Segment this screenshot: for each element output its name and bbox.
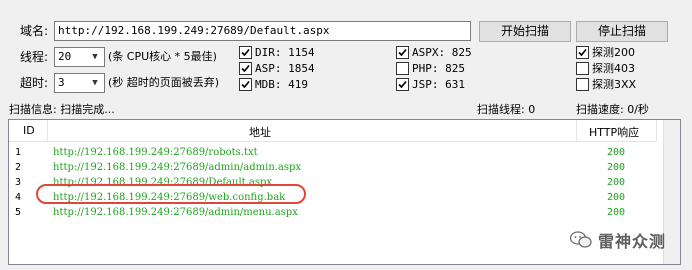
dict-jsp-label: JSP: 631 bbox=[412, 77, 465, 91]
check-icon bbox=[576, 45, 589, 59]
table-header: ID 地址 HTTP响应 bbox=[9, 120, 657, 142]
dict-mdb-label: MDB: 419 bbox=[255, 77, 308, 91]
start-scan-button[interactable]: 开始扫描 bbox=[479, 21, 571, 42]
watermark-text: 雷神众测 bbox=[598, 232, 667, 251]
dict-asp-label: ASP: 1854 bbox=[255, 61, 315, 75]
threads-select[interactable]: 20 ▼ bbox=[54, 47, 105, 67]
watermark: 雷神众测 bbox=[569, 228, 667, 252]
probe-403-label: 探测403 bbox=[592, 62, 635, 75]
threads-value: 20 bbox=[58, 50, 72, 63]
header-http-code[interactable]: HTTP响应 bbox=[589, 124, 639, 140]
wechat-icon bbox=[569, 231, 592, 249]
probe-200-checkbox[interactable]: 探测200 bbox=[576, 45, 635, 59]
table-row[interactable]: 1 http://192.168.199.249:27689/robots.tx… bbox=[9, 146, 657, 161]
chevron-down-icon: ▼ bbox=[92, 52, 98, 62]
timeout-hint: (秒 超时的页面被丢弃) bbox=[108, 76, 220, 89]
probe-3xx-checkbox[interactable]: 探测3XX bbox=[576, 77, 636, 91]
dict-php-checkbox[interactable]: PHP: 825 bbox=[396, 61, 465, 75]
threads-label: 线程: bbox=[20, 50, 49, 64]
timeout-label: 超时: bbox=[20, 76, 49, 90]
domain-input[interactable]: http://192.168.199.249:27689/Default.asp… bbox=[54, 21, 471, 41]
probe-403-checkbox[interactable]: 探测403 bbox=[576, 61, 635, 75]
dict-php-label: PHP: 825 bbox=[412, 61, 465, 75]
row-url: http://192.168.199.249:27689/admin/admin… bbox=[53, 162, 302, 173]
table-row[interactable]: 2 http://192.168.199.249:27689/admin/adm… bbox=[9, 161, 657, 176]
row-id: 5 bbox=[15, 207, 22, 218]
table-row[interactable]: 5 http://192.168.199.249:27689/admin/men… bbox=[9, 206, 657, 221]
domain-label: 域名: bbox=[20, 24, 49, 38]
probe-200-label: 探测200 bbox=[592, 46, 635, 59]
timeout-value: 3 bbox=[58, 76, 65, 89]
threads-hint: (条 CPU核心 * 5最佳) bbox=[108, 50, 217, 63]
header-url[interactable]: 地址 bbox=[249, 124, 271, 140]
row-http-code: 200 bbox=[607, 192, 626, 203]
check-icon bbox=[396, 77, 409, 91]
check-icon bbox=[239, 77, 252, 91]
check-icon bbox=[396, 45, 409, 59]
row-http-code: 200 bbox=[607, 177, 626, 188]
row-url: http://192.168.199.249:27689/robots.txt bbox=[53, 147, 258, 158]
scan-speed-status: 扫描速度: 0/秒 bbox=[576, 103, 649, 116]
timeout-select[interactable]: 3 ▼ bbox=[54, 73, 105, 93]
scan-threads-status: 扫描线程: 0 bbox=[477, 103, 536, 116]
check-icon bbox=[239, 45, 252, 59]
check-icon bbox=[239, 61, 252, 75]
row-http-code: 200 bbox=[607, 147, 626, 158]
row-id: 1 bbox=[15, 147, 22, 158]
highlight-annotation bbox=[36, 184, 306, 204]
row-http-code: 200 bbox=[607, 207, 626, 218]
stop-scan-button[interactable]: 停止扫描 bbox=[576, 21, 668, 42]
dict-aspx-checkbox[interactable]: ASPX: 825 bbox=[396, 45, 472, 59]
row-id: 3 bbox=[15, 177, 22, 188]
dict-dir-label: DIR: 1154 bbox=[255, 45, 315, 59]
row-http-code: 200 bbox=[607, 162, 626, 173]
probe-3xx-label: 探测3XX bbox=[592, 78, 637, 91]
dict-jsp-checkbox[interactable]: JSP: 631 bbox=[396, 77, 465, 91]
scan-info-status: 扫描信息: 扫描完成... bbox=[9, 103, 115, 116]
dict-dir-checkbox[interactable]: DIR: 1154 bbox=[239, 45, 315, 59]
dict-asp-checkbox[interactable]: ASP: 1854 bbox=[239, 61, 315, 75]
header-id[interactable]: ID bbox=[23, 124, 35, 137]
row-url: http://192.168.199.249:27689/admin/menu.… bbox=[53, 207, 298, 218]
chevron-down-icon: ▼ bbox=[92, 78, 98, 88]
dict-mdb-checkbox[interactable]: MDB: 419 bbox=[239, 77, 308, 91]
dict-aspx-label: ASPX: 825 bbox=[412, 45, 472, 59]
row-id: 4 bbox=[15, 192, 22, 203]
row-id: 2 bbox=[15, 162, 22, 173]
